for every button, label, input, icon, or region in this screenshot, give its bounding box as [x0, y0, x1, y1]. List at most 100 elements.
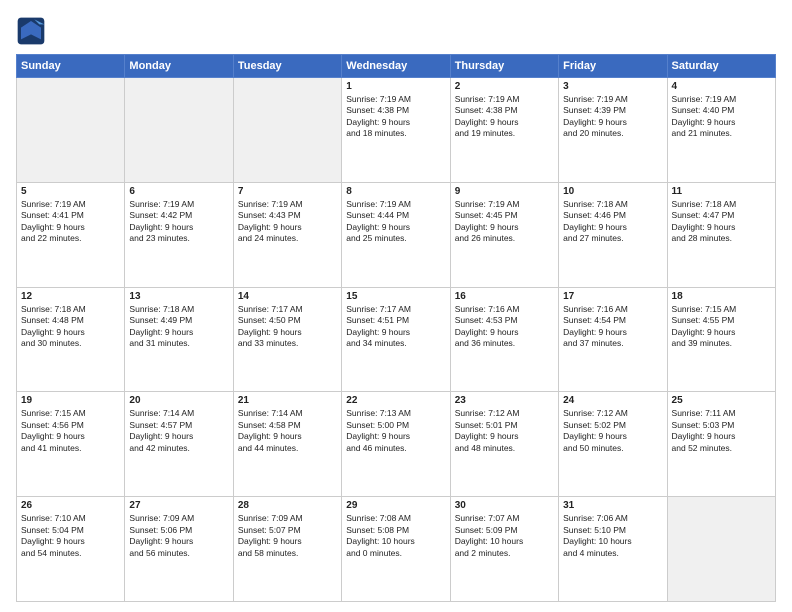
calendar-cell: 16 Sunrise: 7:16 AM Sunset: 4:53 PM Dayli… — [450, 287, 558, 392]
calendar-cell: 23Sunrise: 7:12 AM Sunset: 5:01 PM Dayli… — [450, 392, 558, 497]
weekday-header-tuesday: Tuesday — [233, 55, 341, 78]
logo — [16, 16, 50, 46]
calendar-cell — [17, 78, 125, 183]
day-number: 4 — [672, 81, 771, 92]
weekday-header-sunday: Sunday — [17, 55, 125, 78]
day-number: 6 — [129, 186, 228, 197]
day-number: 14 — [238, 291, 337, 302]
day-number: 24 — [563, 395, 662, 406]
calendar-cell: 17 Sunrise: 7:16 AM Sunset: 4:54 PM Dayli… — [559, 287, 667, 392]
day-number: 31 — [563, 500, 662, 511]
calendar-cell: 13Sunrise: 7:18 AM Sunset: 4:49 PM Dayli… — [125, 287, 233, 392]
week-row-2: 12 Sunrise: 7:18 AM Sunset: 4:48 PM Dayli… — [17, 287, 776, 392]
calendar-cell: 9Sunrise: 7:19 AM Sunset: 4:45 PM Daylig… — [450, 182, 558, 287]
weekday-header-wednesday: Wednesday — [342, 55, 450, 78]
calendar-cell: 29 Sunrise: 7:08 AM Sunset: 5:08 PM Dayli… — [342, 497, 450, 602]
cell-content: Sunrise: 7:19 AM Sunset: 4:41 PM Dayligh… — [21, 199, 120, 245]
weekday-header-row: SundayMondayTuesdayWednesdayThursdayFrid… — [17, 55, 776, 78]
week-row-1: 5 Sunrise: 7:19 AM Sunset: 4:41 PM Daylig… — [17, 182, 776, 287]
cell-content: Sunrise: 7:18 AM Sunset: 4:47 PM Dayligh… — [672, 199, 771, 245]
day-number: 21 — [238, 395, 337, 406]
calendar-cell: 31 Sunrise: 7:06 AM Sunset: 5:10 PM Dayli… — [559, 497, 667, 602]
cell-content: Sunrise: 7:19 AM Sunset: 4:38 PM Dayligh… — [455, 94, 554, 140]
calendar-cell: 2 Sunrise: 7:19 AM Sunset: 4:38 PM Daylig… — [450, 78, 558, 183]
day-number: 28 — [238, 500, 337, 511]
calendar-cell: 22 Sunrise: 7:13 AM Sunset: 5:00 PM Dayli… — [342, 392, 450, 497]
cell-content: Sunrise: 7:18 AM Sunset: 4:48 PM Dayligh… — [21, 304, 120, 350]
cell-content: Sunrise: 7:17 AM Sunset: 4:51 PM Dayligh… — [346, 304, 445, 350]
day-number: 12 — [21, 291, 120, 302]
week-row-4: 26 Sunrise: 7:10 AM Sunset: 5:04 PM Dayli… — [17, 497, 776, 602]
cell-content: Sunrise: 7:15 AM Sunset: 4:56 PM Dayligh… — [21, 408, 120, 454]
cell-content: Sunrise: 7:19 AM Sunset: 4:40 PM Dayligh… — [672, 94, 771, 140]
cell-content: Sunrise: 7:19 AM Sunset: 4:43 PM Dayligh… — [238, 199, 337, 245]
calendar-cell: 28 Sunrise: 7:09 AM Sunset: 5:07 PM Dayli… — [233, 497, 341, 602]
day-number: 29 — [346, 500, 445, 511]
cell-content: Sunrise: 7:19 AM Sunset: 4:38 PM Dayligh… — [346, 94, 445, 140]
weekday-header-saturday: Saturday — [667, 55, 775, 78]
cell-content: Sunrise: 7:12 AM Sunset: 5:02 PM Dayligh… — [563, 408, 662, 454]
weekday-header-monday: Monday — [125, 55, 233, 78]
cell-content: Sunrise: 7:15 AM Sunset: 4:55 PM Dayligh… — [672, 304, 771, 350]
cell-content: Sunrise: 7:07 AM Sunset: 5:09 PM Dayligh… — [455, 513, 554, 559]
cell-content: Sunrise: 7:10 AM Sunset: 5:04 PM Dayligh… — [21, 513, 120, 559]
calendar-cell: 4 Sunrise: 7:19 AM Sunset: 4:40 PM Daylig… — [667, 78, 775, 183]
day-number: 2 — [455, 81, 554, 92]
day-number: 17 — [563, 291, 662, 302]
day-number: 19 — [21, 395, 120, 406]
week-row-0: 1 Sunrise: 7:19 AM Sunset: 4:38 PM Daylig… — [17, 78, 776, 183]
day-number: 22 — [346, 395, 445, 406]
calendar-cell: 30Sunrise: 7:07 AM Sunset: 5:09 PM Dayli… — [450, 497, 558, 602]
logo-icon — [16, 16, 46, 46]
cell-content: Sunrise: 7:14 AM Sunset: 4:57 PM Dayligh… — [129, 408, 228, 454]
day-number: 15 — [346, 291, 445, 302]
calendar-cell: 21 Sunrise: 7:14 AM Sunset: 4:58 PM Dayli… — [233, 392, 341, 497]
calendar-table: SundayMondayTuesdayWednesdayThursdayFrid… — [16, 54, 776, 602]
cell-content: Sunrise: 7:06 AM Sunset: 5:10 PM Dayligh… — [563, 513, 662, 559]
day-number: 3 — [563, 81, 662, 92]
cell-content: Sunrise: 7:09 AM Sunset: 5:06 PM Dayligh… — [129, 513, 228, 559]
page: SundayMondayTuesdayWednesdayThursdayFrid… — [0, 0, 792, 612]
calendar-cell: 15 Sunrise: 7:17 AM Sunset: 4:51 PM Dayli… — [342, 287, 450, 392]
calendar-cell: 7 Sunrise: 7:19 AM Sunset: 4:43 PM Daylig… — [233, 182, 341, 287]
calendar-cell: 1 Sunrise: 7:19 AM Sunset: 4:38 PM Daylig… — [342, 78, 450, 183]
week-row-3: 19 Sunrise: 7:15 AM Sunset: 4:56 PM Dayli… — [17, 392, 776, 497]
calendar-cell: 18 Sunrise: 7:15 AM Sunset: 4:55 PM Dayli… — [667, 287, 775, 392]
calendar-cell: 26 Sunrise: 7:10 AM Sunset: 5:04 PM Dayli… — [17, 497, 125, 602]
day-number: 18 — [672, 291, 771, 302]
cell-content: Sunrise: 7:16 AM Sunset: 4:53 PM Dayligh… — [455, 304, 554, 350]
calendar-cell: 3Sunrise: 7:19 AM Sunset: 4:39 PM Daylig… — [559, 78, 667, 183]
cell-content: Sunrise: 7:19 AM Sunset: 4:45 PM Dayligh… — [455, 199, 554, 245]
day-number: 10 — [563, 186, 662, 197]
cell-content: Sunrise: 7:18 AM Sunset: 4:46 PM Dayligh… — [563, 199, 662, 245]
cell-content: Sunrise: 7:08 AM Sunset: 5:08 PM Dayligh… — [346, 513, 445, 559]
header — [16, 16, 776, 46]
day-number: 8 — [346, 186, 445, 197]
day-number: 7 — [238, 186, 337, 197]
day-number: 25 — [672, 395, 771, 406]
day-number: 5 — [21, 186, 120, 197]
weekday-header-thursday: Thursday — [450, 55, 558, 78]
calendar-cell — [125, 78, 233, 183]
calendar-cell: 20 Sunrise: 7:14 AM Sunset: 4:57 PM Dayli… — [125, 392, 233, 497]
day-number: 1 — [346, 81, 445, 92]
cell-content: Sunrise: 7:13 AM Sunset: 5:00 PM Dayligh… — [346, 408, 445, 454]
calendar-cell: 19 Sunrise: 7:15 AM Sunset: 4:56 PM Dayli… — [17, 392, 125, 497]
cell-content: Sunrise: 7:18 AM Sunset: 4:49 PM Dayligh… — [129, 304, 228, 350]
cell-content: Sunrise: 7:12 AM Sunset: 5:01 PM Dayligh… — [455, 408, 554, 454]
day-number: 27 — [129, 500, 228, 511]
cell-content: Sunrise: 7:09 AM Sunset: 5:07 PM Dayligh… — [238, 513, 337, 559]
calendar-cell — [233, 78, 341, 183]
cell-content: Sunrise: 7:14 AM Sunset: 4:58 PM Dayligh… — [238, 408, 337, 454]
calendar-cell: 5 Sunrise: 7:19 AM Sunset: 4:41 PM Daylig… — [17, 182, 125, 287]
day-number: 26 — [21, 500, 120, 511]
day-number: 16 — [455, 291, 554, 302]
calendar-cell: 24 Sunrise: 7:12 AM Sunset: 5:02 PM Dayli… — [559, 392, 667, 497]
calendar-cell: 6 Sunrise: 7:19 AM Sunset: 4:42 PM Daylig… — [125, 182, 233, 287]
cell-content: Sunrise: 7:19 AM Sunset: 4:44 PM Dayligh… — [346, 199, 445, 245]
day-number: 20 — [129, 395, 228, 406]
cell-content: Sunrise: 7:16 AM Sunset: 4:54 PM Dayligh… — [563, 304, 662, 350]
cell-content: Sunrise: 7:19 AM Sunset: 4:42 PM Dayligh… — [129, 199, 228, 245]
calendar-cell: 25 Sunrise: 7:11 AM Sunset: 5:03 PM Dayli… — [667, 392, 775, 497]
cell-content: Sunrise: 7:11 AM Sunset: 5:03 PM Dayligh… — [672, 408, 771, 454]
